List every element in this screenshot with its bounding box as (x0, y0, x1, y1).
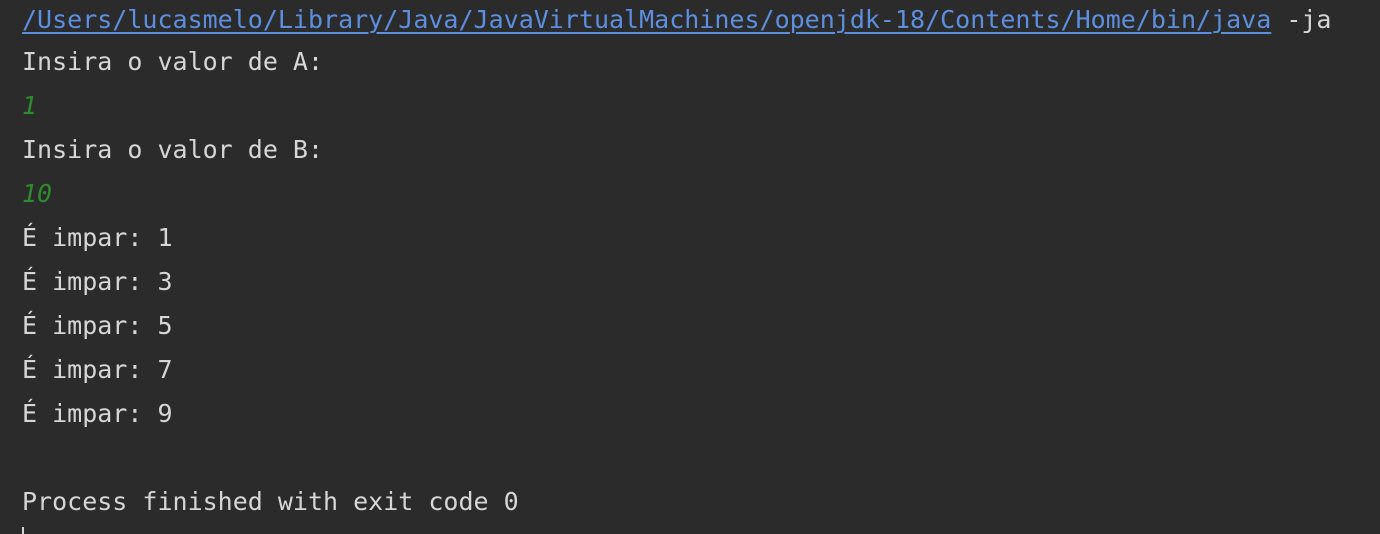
output-line: É impar: 1 (22, 223, 173, 252)
text-cursor (22, 527, 24, 534)
output-line: É impar: 5 (22, 311, 173, 340)
output-line: É impar: 3 (22, 267, 173, 296)
prompt-b: Insira o valor de B: (22, 135, 324, 164)
java-executable-path-link[interactable]: /Users/lucasmelo/Library/Java/JavaVirtua… (22, 5, 1271, 34)
prompt-a: Insira o valor de A: (22, 47, 324, 76)
process-finished-message: Process finished with exit code 0 (22, 487, 519, 516)
user-input-b: 10 (22, 179, 53, 208)
user-input-a: 1 (22, 91, 38, 120)
output-line: É impar: 9 (22, 399, 173, 428)
command-line: /Users/lucasmelo/Library/Java/JavaVirtua… (22, 0, 1380, 40)
run-console[interactable]: /Users/lucasmelo/Library/Java/JavaVirtua… (0, 0, 1380, 534)
output-line: É impar: 7 (22, 355, 173, 384)
command-arguments: -ja (1271, 5, 1332, 34)
